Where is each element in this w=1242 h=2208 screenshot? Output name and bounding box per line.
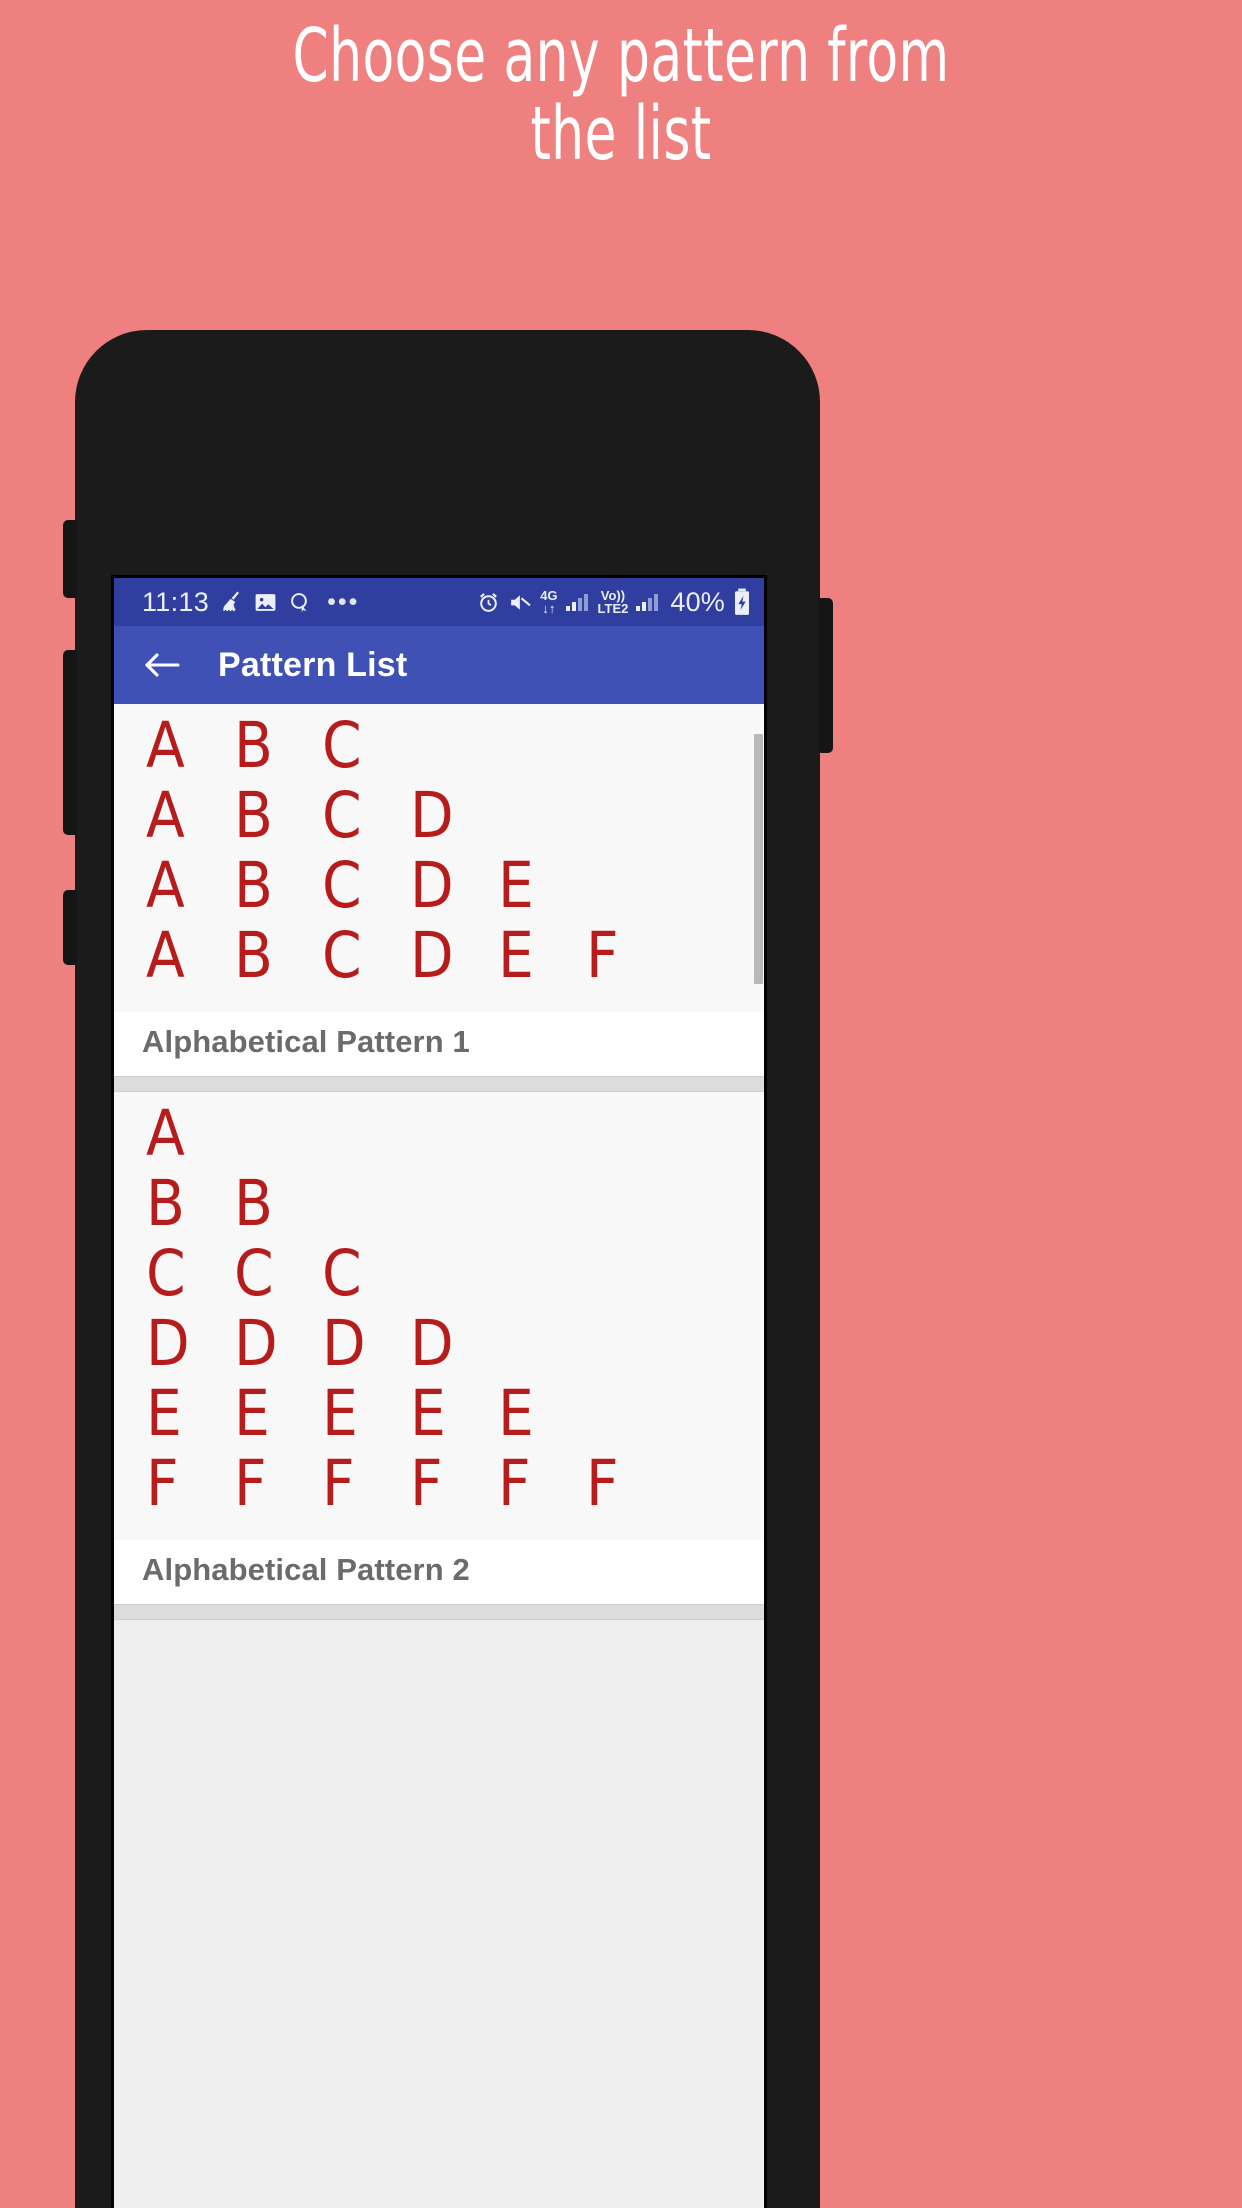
pattern-letter: B bbox=[234, 708, 273, 782]
pattern-list-body: ABABCABCDABCDEABCDEFAlphabetical Pattern… bbox=[114, 704, 764, 1620]
pattern-row: ABCDE bbox=[146, 850, 764, 920]
pattern-letter: B bbox=[234, 848, 273, 922]
pattern-letter: F bbox=[146, 1446, 179, 1520]
pattern-row: DDDD bbox=[146, 1308, 764, 1378]
pattern-letter: D bbox=[410, 848, 454, 922]
pattern-letter: C bbox=[234, 1236, 274, 1310]
volume-rocker-button[interactable] bbox=[63, 650, 77, 835]
mute-icon bbox=[508, 590, 533, 615]
pattern-row: FFFFFF bbox=[146, 1448, 764, 1518]
pattern-row: ABC bbox=[146, 710, 764, 780]
pattern-row: ABCD bbox=[146, 780, 764, 850]
pattern-letter: D bbox=[322, 1306, 366, 1380]
pattern-letter: A bbox=[146, 778, 185, 852]
pattern-letter: A bbox=[146, 918, 185, 992]
pattern-letter: F bbox=[586, 918, 619, 992]
pattern-letter: E bbox=[498, 1376, 534, 1450]
pattern-card-label: Alphabetical Pattern 1 bbox=[114, 1012, 764, 1076]
back-arrow-icon[interactable] bbox=[140, 643, 184, 687]
phone-screen: 11:13 ••• 4G ↓↑ Vo)) LTE2 40% Pattern Li… bbox=[111, 575, 767, 2208]
extra-side-button[interactable] bbox=[63, 890, 77, 965]
status-bar-clock: 11:13 bbox=[142, 586, 210, 617]
pattern-letter: D bbox=[146, 1306, 190, 1380]
pattern-letter: F bbox=[410, 1446, 443, 1520]
pattern-letter: C bbox=[322, 1236, 362, 1310]
pattern-letter: F bbox=[498, 1446, 531, 1520]
status-bar-right-group: 4G ↓↑ Vo)) LTE2 40% bbox=[476, 587, 752, 618]
pattern-letter: F bbox=[322, 1446, 355, 1520]
pattern-letter: D bbox=[410, 778, 454, 852]
pattern-row: ABCDEF bbox=[146, 920, 764, 990]
card-divider bbox=[114, 1076, 764, 1092]
card-divider bbox=[114, 1604, 764, 1620]
data-4g-icon: 4G ↓↑ bbox=[540, 588, 558, 616]
pattern-letter: B bbox=[234, 778, 273, 852]
overflow-dots-icon: ••• bbox=[327, 587, 360, 616]
pattern-letter: B bbox=[146, 1166, 185, 1240]
scrollbar[interactable] bbox=[754, 704, 764, 2208]
promo-headline: Choose any pattern from the list bbox=[137, 13, 1106, 177]
pattern-preview: ABBCCCDDDDEEEEEFFFFFF bbox=[114, 1092, 764, 1540]
pattern-letter: A bbox=[146, 708, 185, 782]
power-button[interactable] bbox=[818, 598, 833, 753]
scrollbar-thumb[interactable] bbox=[754, 734, 763, 984]
pattern-letter: B bbox=[234, 918, 273, 992]
pattern-letter: E bbox=[322, 1376, 358, 1450]
pattern-letter: A bbox=[146, 704, 234, 707]
pattern-letter: E bbox=[498, 848, 534, 922]
pattern-card[interactable]: A B B C C C D D D D E E E E E F F F F F F Alphabetical Patter… bbox=[114, 1092, 764, 1604]
pattern-row: CCC bbox=[146, 1238, 764, 1308]
volte-icon: Vo)) LTE2 bbox=[597, 588, 629, 616]
pattern-letter: D bbox=[234, 1306, 278, 1380]
pattern-list[interactable]: ABABCABCDABCDEABCDEFAlphabetical Pattern… bbox=[114, 704, 764, 2208]
pattern-preview: ABABCABCDABCDEABCDEF bbox=[114, 704, 764, 1012]
battery-charging-icon bbox=[732, 588, 752, 616]
phone-device-frame: 11:13 ••• 4G ↓↑ Vo)) LTE2 40% Pattern Li… bbox=[63, 330, 833, 2208]
pattern-letter: E bbox=[410, 1376, 446, 1450]
status-bar: 11:13 ••• 4G ↓↑ Vo)) LTE2 40% bbox=[114, 578, 764, 626]
promo-headline-line-2: the list bbox=[530, 90, 712, 177]
page-title: Pattern List bbox=[218, 645, 408, 684]
promo-headline-line-1: Choose any pattern from bbox=[292, 13, 950, 99]
quick-chat-icon bbox=[287, 590, 312, 615]
status-bar-left-group: 11:13 ••• bbox=[142, 587, 476, 618]
pattern-letter: D bbox=[410, 1306, 454, 1380]
pattern-letter: A bbox=[146, 1096, 185, 1170]
pattern-letter: D bbox=[410, 918, 454, 992]
alarm-icon bbox=[476, 590, 501, 615]
signal-2-icon bbox=[635, 590, 661, 614]
pattern-letter: C bbox=[146, 1236, 186, 1310]
pattern-letter: E bbox=[498, 918, 534, 992]
pattern-card[interactable]: ABABCABCDABCDEABCDEFAlphabetical Pattern… bbox=[114, 704, 764, 1076]
pattern-letter: E bbox=[234, 1376, 270, 1450]
pattern-letter: B bbox=[234, 704, 322, 707]
photo-icon bbox=[253, 590, 278, 615]
battery-percent-label: 40% bbox=[670, 586, 725, 617]
pattern-row: EEEEE bbox=[146, 1378, 764, 1448]
pattern-card-label: Alphabetical Pattern 2 bbox=[114, 1540, 764, 1604]
app-bar: Pattern List bbox=[114, 626, 764, 704]
pattern-letter: F bbox=[234, 1446, 267, 1520]
signal-icon bbox=[565, 590, 591, 614]
pattern-letter: C bbox=[322, 778, 362, 852]
mute-switch-button[interactable] bbox=[63, 520, 77, 598]
pattern-row: BB bbox=[146, 1168, 764, 1238]
pattern-letter: E bbox=[146, 1376, 182, 1450]
pattern-letter: C bbox=[322, 918, 362, 992]
pattern-letter: C bbox=[322, 848, 362, 922]
promo-screenshot: Choose any pattern from the list 11:13 •… bbox=[0, 0, 1242, 2208]
broom-icon bbox=[218, 589, 244, 615]
pattern-letter: B bbox=[234, 1166, 273, 1240]
pattern-letter: A bbox=[146, 848, 185, 922]
pattern-letter: F bbox=[586, 1446, 619, 1520]
pattern-row: A bbox=[146, 1098, 764, 1168]
pattern-letter: C bbox=[322, 708, 362, 782]
